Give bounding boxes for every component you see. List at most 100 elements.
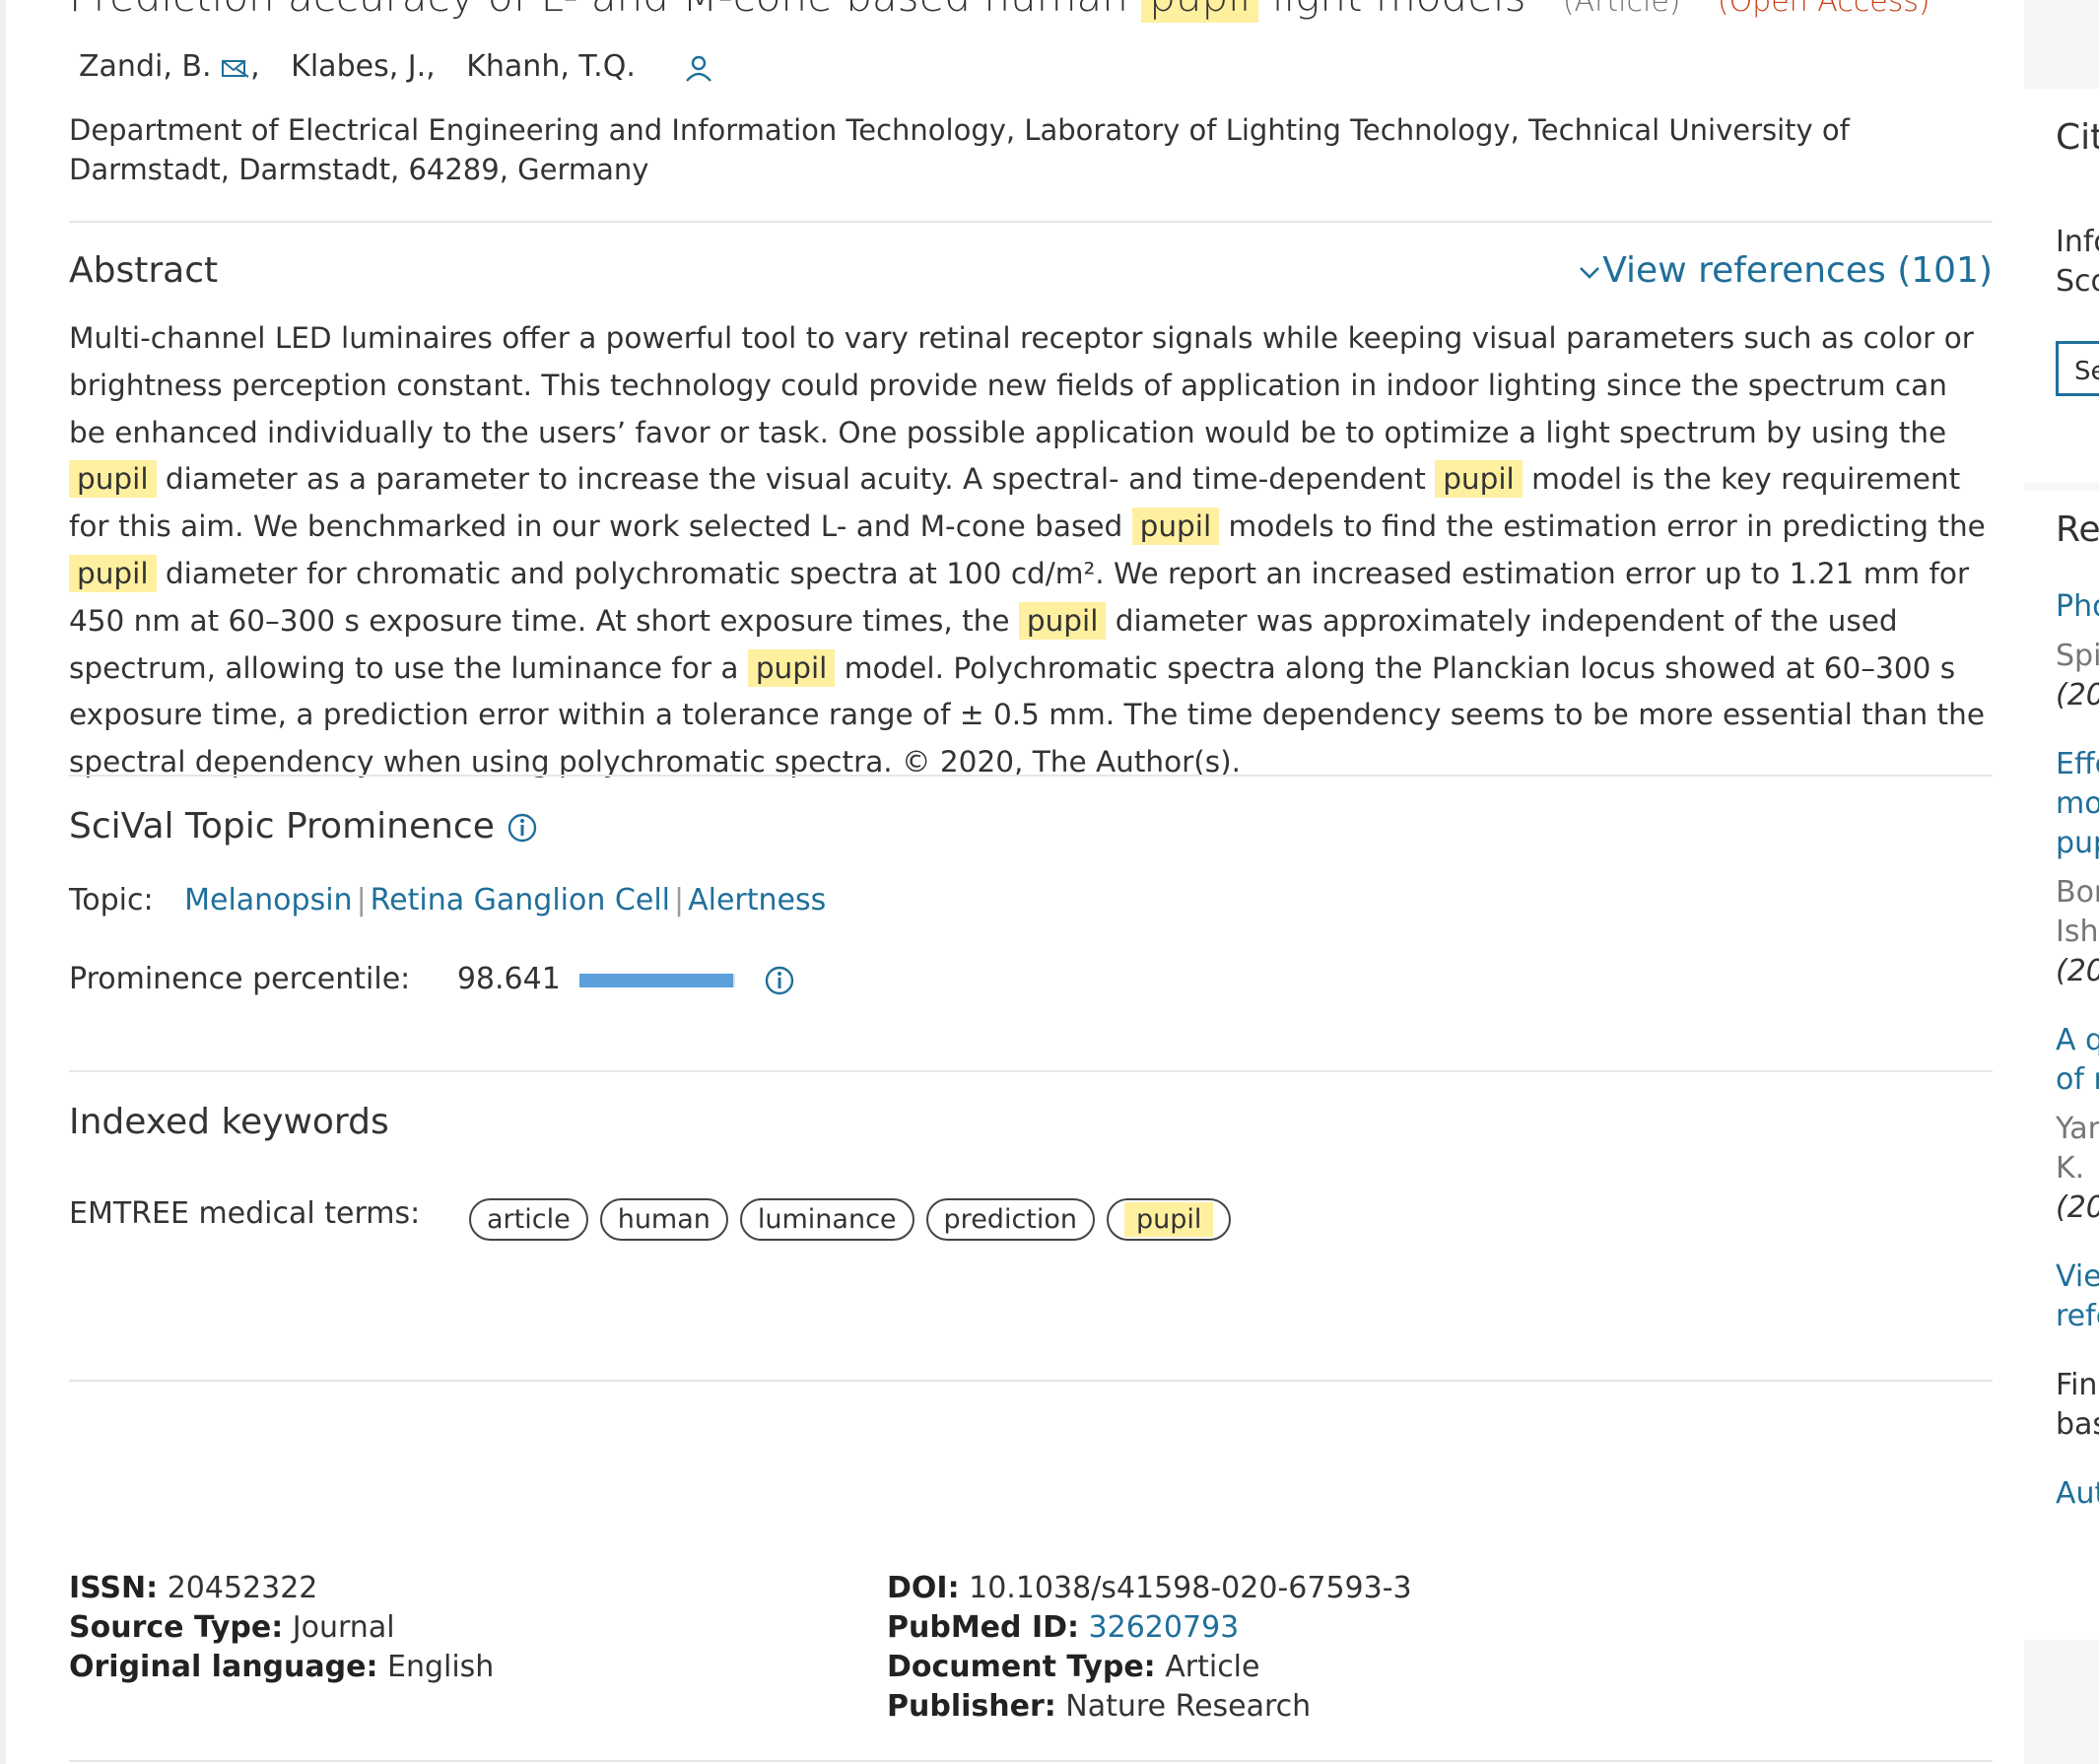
highlighted-term: pupil [69,460,157,499]
prominence-value: 98.641 [456,962,561,996]
highlighted-term: pupil [1435,460,1523,499]
mail-icon[interactable] [221,57,250,79]
metadata-field: Publisher: Nature Research [887,1687,1412,1727]
author-list: Zandi, B. , Klabes, J., Khanh, T.Q. [79,49,715,85]
metadata-label: ISSN: [69,1571,159,1605]
related-doc-year: (20 [2056,1190,2099,1225]
metadata-field: DOI: 10.1038/s41598-020-67593-3 [887,1569,1412,1608]
citations-card: Cit Info Sco Se [2024,89,2099,483]
abstract-segment: Multi-channel LED luminaires offer a pow… [69,321,1974,449]
keyword-chip[interactable]: prediction [925,1198,1096,1241]
abstract-text: Multi-channel LED luminaires offer a pow… [69,315,1993,786]
pubmed-link[interactable]: 32620793 [1089,1610,1240,1645]
view-all-related-link[interactable]: refe [2056,1297,2099,1336]
related-doc-title[interactable]: A q [2056,1021,2099,1060]
metadata-label: Original language: [69,1650,378,1684]
divider [69,775,1993,777]
related-doc-authors: K. [2056,1151,2085,1186]
related-doc-title[interactable]: Effe [2056,745,2099,784]
divider [69,1070,1993,1072]
find-more-text: bas [2056,1407,2099,1442]
highlighted-term: pupil [69,554,157,592]
highlighted-term: pupil [1131,508,1220,546]
scival-heading: SciVal Topic Prominence [69,806,539,847]
prominence-bar-fill [579,973,734,987]
topic-link-melanopsin[interactable]: Melanopsin [184,883,352,917]
related-doc-title[interactable]: pup [2056,824,2099,863]
prominence-bar [579,973,736,987]
keyword-chips: article human luminance prediction pupil [469,1198,1232,1241]
metadata-field: Document Type: Article [887,1648,1412,1687]
open-access-label[interactable]: (Open Access) [1718,0,1930,19]
divider [69,1380,1993,1382]
related-doc-year: (20 [2056,678,2099,712]
keyword-chip[interactable]: human [599,1198,728,1241]
metadata-field: Original language: English [69,1648,494,1687]
metadata-value: Nature Research [1065,1689,1312,1724]
related-doc-authors: Ishe [2056,915,2099,949]
person-icon[interactable] [682,51,715,85]
author-link[interactable]: Zandi, B. , [79,49,260,84]
left-edge-border [0,0,6,1764]
related-doc-title[interactable]: Pho [2056,587,2099,627]
chevron-down-icon [1580,267,1600,279]
related-heading: Re [2056,509,2099,550]
metadata-label: Document Type: [887,1650,1156,1684]
abstract-heading: Abstract [69,250,219,291]
keyword-chip[interactable]: luminance [739,1198,914,1241]
document-type-label: (Article) [1562,0,1681,19]
topic-link-alertness[interactable]: Alertness [688,883,826,917]
title-suffix: light models [1272,0,1526,21]
find-more-text: Fine [2056,1368,2099,1402]
citations-heading: Cit [2056,117,2099,158]
author-link[interactable]: Khanh, T.Q. [466,49,636,84]
view-references-link[interactable]: View references (101) [1577,250,1993,291]
metadata-label: DOI: [887,1571,960,1605]
metadata-value: 20452322 [167,1571,318,1605]
info-line: Sco [2056,264,2099,299]
related-doc-authors: Yan [2056,1112,2099,1146]
title-prefix: Prediction accuracy of L- and M-cone bas… [69,0,1128,21]
related-doc-title[interactable]: mo [2056,784,2099,824]
related-documents-card: Re Pho Spi (20 Effemopup Bor Ishe (20 A qof r Ya… [2024,491,2099,1640]
metadata-value: English [387,1650,495,1684]
authors-link[interactable]: Aut [2056,1474,2099,1514]
abstract-segment: diameter as a parameter to increase the … [156,462,1436,497]
view-all-related-link[interactable]: Viev [2056,1257,2099,1297]
document-title: Prediction accuracy of L- and M-cone bas… [69,0,1930,23]
info-line: Info [2056,225,2099,259]
metadata-right: DOI: 10.1038/s41598-020-67593-3 PubMed ID… [887,1569,1412,1727]
related-doc-year: (20 [2056,954,2099,988]
metadata-left: ISSN: 20452322 Source Type: Journal Origin… [69,1569,494,1687]
highlighted-term: pupil [747,648,836,687]
set-alert-button[interactable]: Se [2056,341,2099,396]
info-icon[interactable] [506,811,539,845]
prominence-row: Prominence percentile: 98.641 [69,962,796,997]
metadata-value: 10.1038/s41598-020-67593-3 [969,1571,1412,1605]
info-icon[interactable] [763,964,796,997]
metadata-label: Publisher: [887,1689,1056,1724]
topic-label: Topic: [69,883,154,917]
divider [69,221,1993,223]
related-doc-title[interactable]: of r [2056,1060,2099,1100]
right-sidebar: Cit Info Sco Se Re Pho Spi (20 Effemopup Bor… [2024,0,2099,1764]
emtree-label: EMTREE medical terms: [69,1196,421,1231]
prominence-label: Prominence percentile: [69,962,411,996]
keyword-chip[interactable]: pupil [1107,1198,1232,1241]
author-link[interactable]: Klabes, J., [291,49,436,84]
keyword-chip[interactable]: article [469,1198,588,1241]
metadata-label: PubMed ID: [887,1610,1079,1645]
topic-link-retina-ganglion-cell[interactable]: Retina Ganglion Cell [371,883,670,917]
indexed-keywords-heading: Indexed keywords [69,1102,389,1142]
highlighted-term: pupil [1018,601,1107,640]
topic-row: Topic: Melanopsin | Retina Ganglion Cell | A… [69,883,827,917]
metadata-field: Source Type: Journal [69,1608,494,1648]
metadata-label: Source Type: [69,1610,284,1645]
affiliation: Department of Electrical Engineering and… [69,113,1850,186]
related-doc-authors: Spi [2056,639,2099,673]
metadata-field: PubMed ID: 32620793 [887,1608,1412,1648]
metadata-field: ISSN: 20452322 [69,1569,494,1608]
title-highlight: pupil [1141,0,1259,23]
metadata-value: Article [1165,1650,1260,1684]
related-doc-authors: Bor [2056,875,2099,910]
